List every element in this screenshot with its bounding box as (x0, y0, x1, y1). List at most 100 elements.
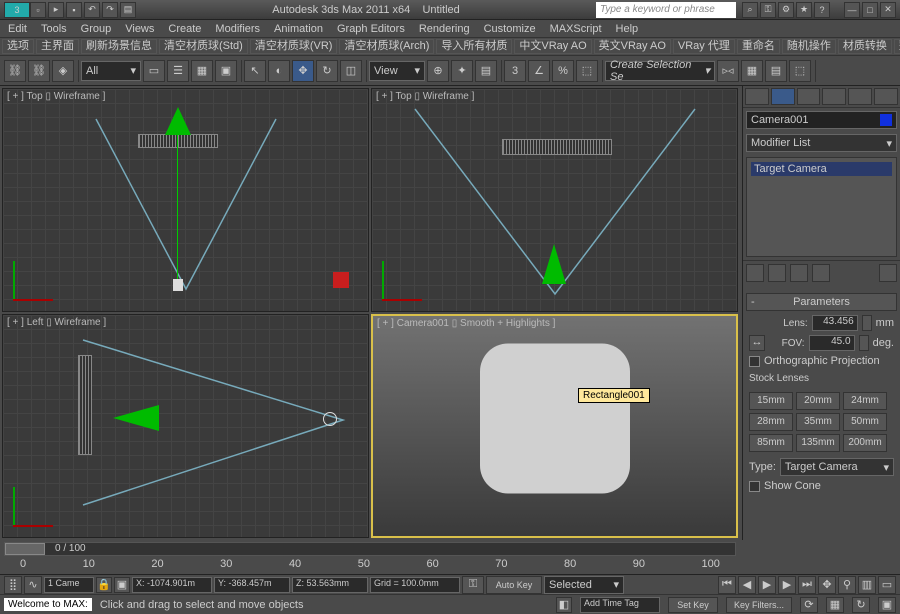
coord-z[interactable]: Z: 53.563mm (292, 577, 368, 593)
menu-group[interactable]: Group (81, 23, 112, 35)
lens-20[interactable]: 20mm (796, 392, 840, 410)
menu-views[interactable]: Views (125, 23, 154, 35)
viewport-top-right[interactable]: [ + ] Top ▯ Wireframe ] (371, 88, 738, 312)
next-frame-icon[interactable]: ▶ (778, 576, 796, 594)
viewport-label[interactable]: [ + ] Left ▯ Wireframe ] (7, 317, 106, 328)
named-selset-dropdown[interactable]: Create Selection Se▾ (605, 61, 715, 81)
lens-24[interactable]: 24mm (843, 392, 887, 410)
lock-icon[interactable]: 🔒 (96, 577, 112, 593)
cn-btn-5[interactable]: 清空材质球(Arch) (339, 39, 434, 54)
viewport-label[interactable]: [ + ] Top ▯ Wireframe ] (376, 91, 474, 102)
tab-create[interactable] (745, 88, 769, 105)
percent-snap-icon[interactable]: % (552, 60, 574, 82)
goto-start-icon[interactable]: ⏮ (718, 576, 736, 594)
menu-grapheditors[interactable]: Graph Editors (337, 23, 405, 35)
time-config-icon[interactable]: ⣿ (4, 576, 22, 594)
window-crossing-icon[interactable]: ▣ (215, 60, 237, 82)
setkey-button[interactable]: Set Key (668, 597, 718, 613)
binoculars-icon[interactable]: ⌕ (742, 2, 758, 18)
curve-editor-icon[interactable]: ⬚ (789, 60, 811, 82)
nav-fov-icon[interactable]: ▥ (858, 576, 876, 594)
link-icon[interactable]: ⛓ (4, 60, 26, 82)
pin-stack-icon[interactable] (746, 264, 764, 282)
menu-create[interactable]: Create (168, 23, 201, 35)
menu-modifiers[interactable]: Modifiers (215, 23, 260, 35)
favorite-icon[interactable]: ★ (796, 2, 812, 18)
close-button[interactable]: ✕ (880, 2, 896, 18)
app-menu-button[interactable]: 3 (4, 2, 30, 18)
nav-roll-icon[interactable]: ↻ (852, 597, 870, 613)
cn-btn-1[interactable]: 主界面 (36, 39, 79, 54)
coord-x[interactable]: X: -1074.901m (132, 577, 212, 593)
autokey-button[interactable]: Auto Key (486, 576, 542, 594)
help-icon[interactable]: ? (814, 2, 830, 18)
lens-28[interactable]: 28mm (749, 413, 793, 431)
layers-icon[interactable]: ▤ (765, 60, 787, 82)
mini-curve-icon[interactable]: ∿ (24, 576, 42, 594)
nav-dolly-icon[interactable]: ▦ (826, 597, 844, 613)
fov-spinner[interactable] (859, 335, 869, 351)
select-object-icon[interactable]: ↖ (244, 60, 266, 82)
rollout-parameters[interactable]: -Parameters (746, 293, 897, 311)
object-color-swatch[interactable] (880, 114, 892, 126)
menu-maxscript[interactable]: MAXScript (550, 23, 602, 35)
remove-mod-icon[interactable] (812, 264, 830, 282)
maximize-button[interactable]: □ (862, 2, 878, 18)
nav-pan-icon[interactable]: ✥ (818, 576, 836, 594)
lens-50[interactable]: 50mm (843, 413, 887, 431)
project-icon[interactable]: ▤ (120, 2, 136, 18)
manip-icon[interactable]: ✦ (451, 60, 473, 82)
stack-item[interactable]: Target Camera (751, 162, 892, 176)
spinner-snap-icon[interactable]: ⬚ (576, 60, 598, 82)
key-icon[interactable]: ⚿ (462, 576, 484, 594)
play-icon[interactable]: ▶ (758, 576, 776, 594)
tab-motion[interactable] (822, 88, 846, 105)
ref-coord-dropdown[interactable]: View▾ (369, 61, 425, 81)
nav-zoom-icon[interactable]: ⚲ (838, 576, 856, 594)
keymode-icon[interactable]: ▤ (475, 60, 497, 82)
menu-rendering[interactable]: Rendering (419, 23, 470, 35)
align-icon[interactable]: ▦ (741, 60, 763, 82)
paint-select-icon[interactable]: ◐ (268, 60, 290, 82)
key-icon[interactable]: ⚿ (760, 2, 776, 18)
tab-hierarchy[interactable] (797, 88, 821, 105)
cn-btn-10[interactable]: 重命名 (737, 39, 780, 54)
undo-icon[interactable]: ↶ (84, 2, 100, 18)
viewport-label[interactable]: [ + ] Camera001 ▯ Smooth + Highlights ] (377, 318, 555, 329)
open-icon[interactable]: ▸ (48, 2, 64, 18)
coord-y[interactable]: Y: -368.457m (214, 577, 290, 593)
viewport-camera[interactable]: [ + ] Camera001 ▯ Smooth + Highlights ] … (371, 314, 738, 538)
new-icon[interactable]: ▫ (30, 2, 46, 18)
timetag-button[interactable]: Add Time Tag (580, 597, 660, 613)
tab-utilities[interactable] (874, 88, 898, 105)
showcone-checkbox[interactable] (749, 481, 760, 492)
angle-snap-icon[interactable]: ∠ (528, 60, 550, 82)
select-region-icon[interactable]: ▦ (191, 60, 213, 82)
cn-btn-3[interactable]: 清空材质球(Std) (159, 39, 248, 54)
menu-customize[interactable]: Customize (484, 23, 536, 35)
bind-icon[interactable]: ◈ (52, 60, 74, 82)
lens-spinner[interactable] (862, 315, 872, 331)
selection-filter-dropdown[interactable]: All▾ (81, 61, 141, 81)
viewport-bottom-left[interactable]: [ + ] Left ▯ Wireframe ] (2, 314, 369, 538)
isolate-icon[interactable]: ▣ (114, 577, 130, 593)
ortho-checkbox[interactable] (749, 356, 760, 367)
viewport-top-left[interactable]: [ + ] Top ▯ Wireframe ] (2, 88, 369, 312)
cn-btn-11[interactable]: 随机操作 (782, 39, 836, 54)
unique-icon[interactable] (790, 264, 808, 282)
configure-icon[interactable] (879, 264, 897, 282)
tab-modify[interactable] (771, 88, 795, 105)
cn-btn-0[interactable]: 选项 (2, 39, 34, 54)
time-slider[interactable]: 0 / 100 (4, 542, 736, 556)
modifier-list-dropdown[interactable]: Modifier List▾ (746, 134, 897, 152)
pivot-icon[interactable]: ⊕ (427, 60, 449, 82)
rotate-icon[interactable]: ↻ (316, 60, 338, 82)
cn-btn-13[interactable]: 整理 (894, 39, 900, 54)
lens-135[interactable]: 135mm (796, 434, 840, 452)
mirror-icon[interactable]: ▹◃ (717, 60, 739, 82)
goto-end-icon[interactable]: ⏭ (798, 576, 816, 594)
lens-35[interactable]: 35mm (796, 413, 840, 431)
nav-orbit-icon[interactable]: ⟳ (800, 597, 818, 613)
minimize-button[interactable]: — (844, 2, 860, 18)
select-name-icon[interactable]: ☰ (167, 60, 189, 82)
